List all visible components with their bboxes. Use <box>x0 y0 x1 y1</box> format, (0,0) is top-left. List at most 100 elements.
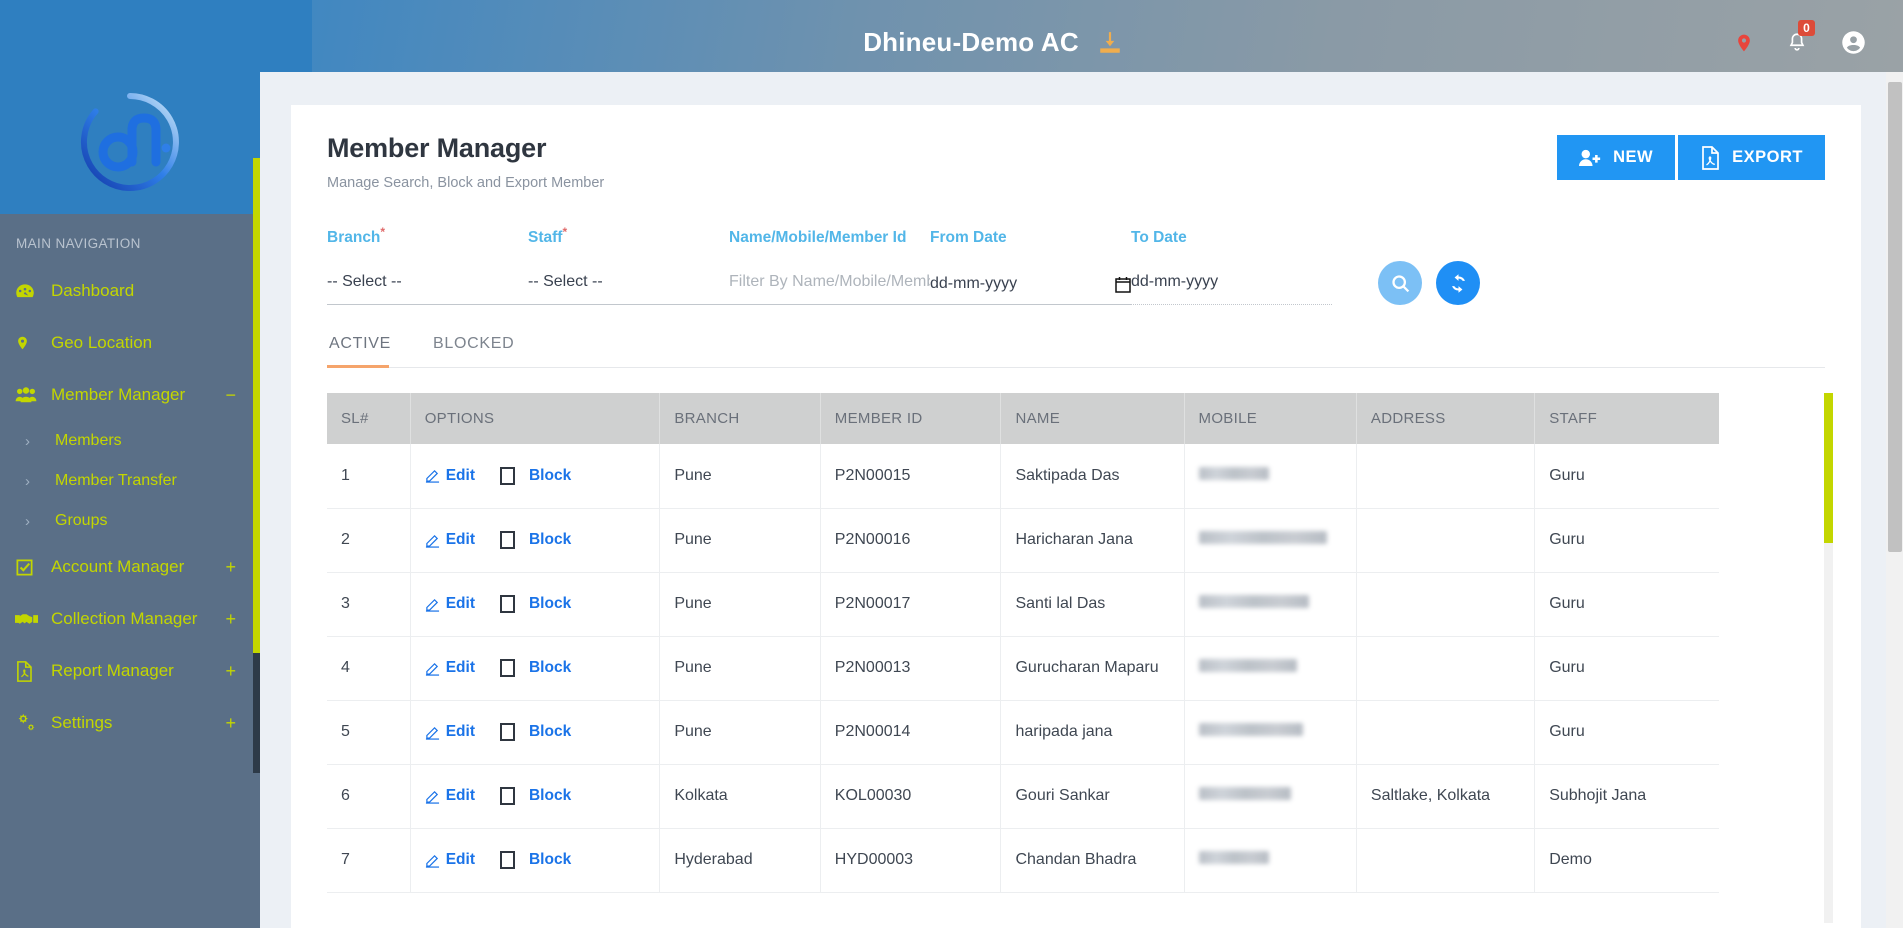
sidebar: MAIN NAVIGATION Dashboard Geo Location M… <box>0 0 260 928</box>
cell-options: Edit Block <box>410 508 661 573</box>
bell-icon[interactable]: 0 <box>1786 20 1815 55</box>
map-pin-icon[interactable] <box>1734 30 1754 56</box>
cell-staff: Guru <box>1534 700 1719 765</box>
block-checkbox[interactable] <box>499 466 515 485</box>
sidebar-item-label: Collection Manager <box>51 609 198 628</box>
block-link[interactable]: Block <box>529 531 571 549</box>
block-link[interactable]: Block <box>529 659 571 677</box>
edit-link[interactable]: Edit <box>425 851 475 869</box>
sidebar-section-header: MAIN NAVIGATION <box>0 214 260 265</box>
cell-mobile <box>1184 828 1357 893</box>
sidebar-item-collection-manager[interactable]: Collection Manager + <box>0 593 260 645</box>
to-date-filter-group: To Date dd-mm-yyyy <box>1131 229 1332 306</box>
cell-mobile <box>1184 700 1357 765</box>
search-input[interactable]: Filter By Name/Mobile/Member Id <box>729 273 930 306</box>
col-sl: SL# <box>327 393 411 445</box>
block-link[interactable]: Block <box>529 851 571 869</box>
brand-logo-icon <box>74 86 186 198</box>
col-member-id: MEMBER ID <box>820 393 1002 445</box>
cell-sl: 7 <box>327 828 411 893</box>
table-scrollbar-thumb[interactable] <box>1824 393 1833 544</box>
cell-branch: Hyderabad <box>659 828 821 893</box>
export-button[interactable]: EXPORT <box>1678 135 1825 180</box>
col-name: NAME <box>1000 393 1185 445</box>
sidebar-item-settings[interactable]: Settings + <box>0 697 260 749</box>
cell-staff: Subhojit Jana <box>1534 764 1719 829</box>
cell-options: Edit Block <box>410 572 661 637</box>
cell-member-id: P2N00013 <box>820 636 1002 701</box>
header-action-buttons: NEW EXPORT <box>1557 135 1825 180</box>
edit-link[interactable]: Edit <box>425 595 475 613</box>
sidebar-item-dashboard[interactable]: Dashboard <box>0 265 260 317</box>
cell-member-id: KOL00030 <box>820 764 1002 829</box>
refresh-icon <box>1448 273 1469 294</box>
col-mobile: MOBILE <box>1184 393 1357 445</box>
new-button[interactable]: NEW <box>1557 135 1676 180</box>
sidebar-item-report-manager[interactable]: Report Manager + <box>0 645 260 697</box>
to-date-input[interactable]: dd-mm-yyyy <box>1131 273 1332 306</box>
block-checkbox[interactable] <box>499 723 515 742</box>
cell-address: Saltlake, Kolkata <box>1356 764 1536 829</box>
sidebar-item-label: Account Manager <box>51 557 185 576</box>
col-address: ADDRESS <box>1356 393 1536 445</box>
cell-staff: Guru <box>1534 444 1719 509</box>
block-checkbox[interactable] <box>499 659 515 678</box>
download-icon[interactable] <box>1097 30 1123 56</box>
sidebar-item-member-transfer[interactable]: › Member Transfer <box>0 461 260 501</box>
block-link[interactable]: Block <box>529 595 571 613</box>
required-asterisk: * <box>380 225 386 239</box>
search-icon <box>1390 273 1411 294</box>
sidebar-item-member-manager[interactable]: Member Manager − <box>0 369 260 421</box>
cell-options: Edit Block <box>410 764 661 829</box>
cell-name: Gouri Sankar <box>1000 764 1185 829</box>
table-row: 6 Edit Block Kolkata KOL00030 Gouri Sankar Sal… <box>327 764 1719 829</box>
sidebar-item-geo-location[interactable]: Geo Location <box>0 317 260 369</box>
cell-branch: Pune <box>659 572 821 637</box>
from-date-input[interactable]: dd-mm-yyyy <box>930 273 1131 306</box>
cell-address <box>1356 444 1536 509</box>
block-link[interactable]: Block <box>529 787 571 805</box>
users-icon <box>15 386 47 404</box>
tab-blocked[interactable]: BLOCKED <box>431 335 526 367</box>
branch-label: Branch* <box>327 225 528 247</box>
edit-link[interactable]: Edit <box>425 659 475 677</box>
cell-staff: Guru <box>1534 572 1719 637</box>
sidebar-subitem-label: Member Transfer <box>55 472 177 489</box>
search-button[interactable] <box>1378 261 1422 306</box>
refresh-button[interactable] <box>1436 261 1480 306</box>
block-link[interactable]: Block <box>529 723 571 741</box>
col-branch: BRANCH <box>659 393 821 445</box>
cell-address <box>1356 828 1536 893</box>
block-link[interactable]: Block <box>529 467 571 485</box>
cell-address <box>1356 700 1536 765</box>
sidebar-item-groups[interactable]: › Groups <box>0 501 260 541</box>
calendar-icon[interactable] <box>1115 276 1131 293</box>
edit-link[interactable]: Edit <box>425 723 475 741</box>
user-avatar-icon[interactable] <box>1840 29 1867 56</box>
sidebar-item-suffix: + <box>225 660 236 681</box>
edit-link[interactable]: Edit <box>425 531 475 549</box>
cell-branch: Pune <box>659 700 821 765</box>
edit-link-label: Edit <box>445 466 475 484</box>
pdf-file-icon <box>1700 145 1720 170</box>
filter-bar: Branch* -- Select -- Staff* -- Select --… <box>327 225 1825 306</box>
edit-link[interactable]: Edit <box>425 467 475 485</box>
sidebar-item-members[interactable]: › Members <box>0 421 260 461</box>
header-title-area: Dhineu-Demo AC <box>252 27 1734 58</box>
cell-options: Edit Block <box>410 828 661 893</box>
block-checkbox[interactable] <box>499 787 515 806</box>
edit-link-label: Edit <box>445 659 475 677</box>
edit-link[interactable]: Edit <box>425 787 475 805</box>
block-checkbox[interactable] <box>499 595 515 614</box>
block-checkbox[interactable] <box>499 851 515 870</box>
branch-select[interactable]: -- Select -- <box>327 273 528 306</box>
table-row: 1 Edit Block Pune P2N00015 Saktipada Das Guru <box>327 444 1719 509</box>
cell-sl: 4 <box>327 636 411 701</box>
page-scrollbar-thumb[interactable] <box>1888 82 1902 552</box>
block-checkbox[interactable] <box>499 531 515 550</box>
edit-link-label: Edit <box>445 787 475 805</box>
tab-active[interactable]: ACTIVE <box>327 335 403 369</box>
staff-select[interactable]: -- Select -- <box>528 273 729 306</box>
sidebar-item-account-manager[interactable]: Account Manager + <box>0 541 260 593</box>
cell-options: Edit Block <box>410 444 661 509</box>
